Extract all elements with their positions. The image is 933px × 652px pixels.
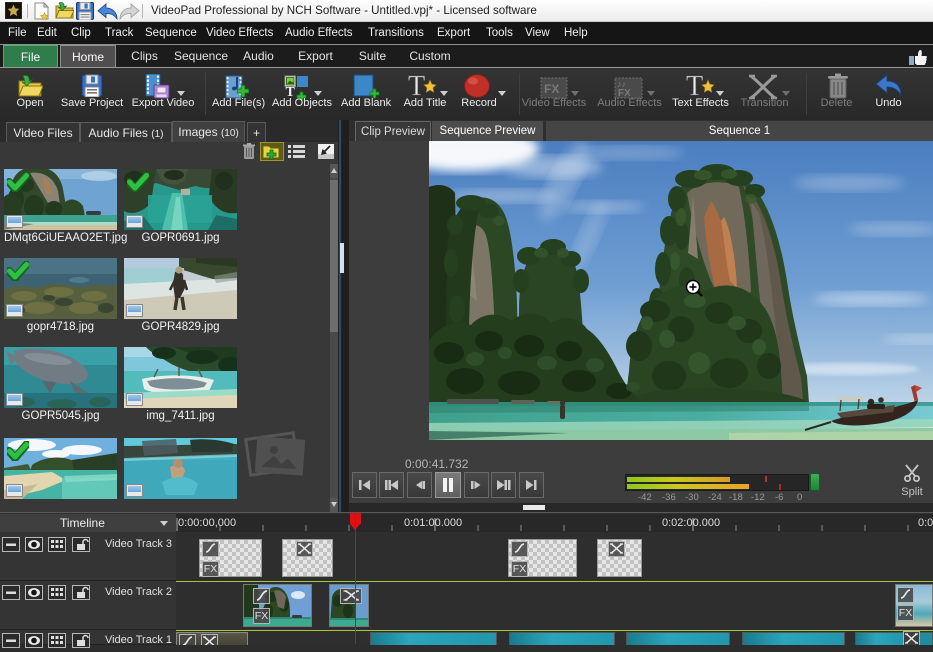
svg-text:T: T [686,72,703,100]
svg-text:T: T [408,72,425,100]
svg-text:FX: FX [544,82,559,96]
